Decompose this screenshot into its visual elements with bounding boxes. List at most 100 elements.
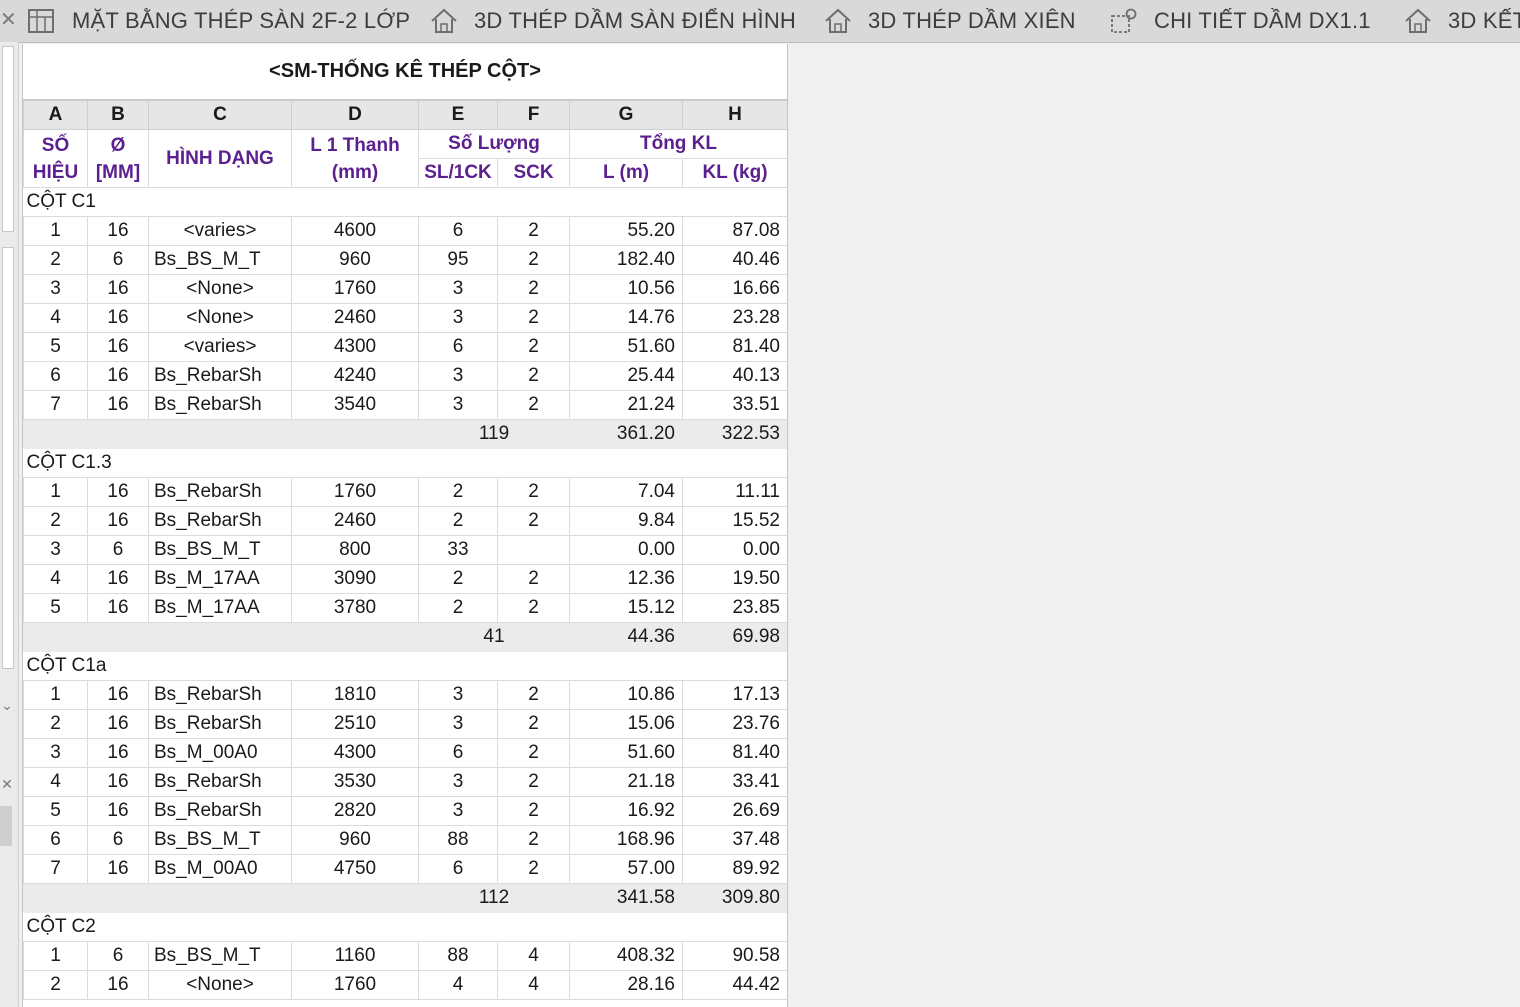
cell-sck[interactable]: 2	[497, 332, 570, 362]
cell-l-m[interactable]: 182.40	[569, 245, 683, 275]
cell-sck[interactable]: 2	[497, 506, 570, 536]
cell-sl1ck[interactable]: 3	[418, 796, 498, 826]
cell-l-1-thanh[interactable]: 2460	[291, 506, 419, 536]
cell-sck[interactable]: 2	[497, 738, 570, 768]
cell-l-m[interactable]: 57.00	[569, 854, 683, 884]
cell-hinh-dang[interactable]: <None>	[148, 303, 292, 333]
cell-sck[interactable]: 2	[497, 854, 570, 884]
cell-sl1ck[interactable]: 3	[418, 274, 498, 304]
cell-so-hieu[interactable]: 2	[23, 245, 88, 275]
cell-so-hieu[interactable]: 2	[23, 506, 88, 536]
cell-kl-kg[interactable]: 33.41	[682, 767, 787, 797]
cell-l-1-thanh[interactable]: 1760	[291, 274, 419, 304]
cell-so-hieu[interactable]: 5	[23, 332, 88, 362]
cell-sck[interactable]: 4	[497, 970, 570, 1000]
cell-kl-kg[interactable]: 15.52	[682, 506, 787, 536]
cell-l-m[interactable]: 51.60	[569, 332, 683, 362]
cell-so-hieu[interactable]: 6	[23, 825, 88, 855]
cell-kl-kg[interactable]: 23.85	[682, 593, 787, 623]
cell-so-hieu[interactable]: 6	[23, 361, 88, 391]
table-row[interactable]: 2 16 <None> 1760 4 4 28.16 44.42	[23, 970, 787, 1000]
close-icon[interactable]: ✕	[0, 6, 17, 34]
cell-hinh-dang[interactable]: Bs_RebarSh	[148, 709, 292, 739]
cell-sck[interactable]: 2	[497, 825, 570, 855]
table-row[interactable]: 2 16 Bs_RebarSh 2460 2 2 9.84 15.52	[23, 506, 787, 536]
cell-sck[interactable]: 2	[497, 216, 570, 246]
group-label[interactable]: CỘT C1a	[23, 651, 787, 681]
cell-hinh-dang[interactable]: <varies>	[148, 216, 292, 246]
cell-hinh-dang[interactable]: <None>	[148, 970, 292, 1000]
cell-sl1ck[interactable]: 6	[418, 854, 498, 884]
cell-sl1ck[interactable]: 6	[418, 738, 498, 768]
cell-sl1ck[interactable]: 2	[418, 593, 498, 623]
cell-kl-kg[interactable]: 0.00	[682, 535, 787, 565]
column-letter[interactable]: F	[497, 100, 570, 130]
column-letter[interactable]: B	[87, 100, 149, 130]
cell-l-1-thanh[interactable]: 960	[291, 825, 419, 855]
column-letter[interactable]: D	[291, 100, 419, 130]
cell-l-m[interactable]: 21.18	[569, 767, 683, 797]
cell-l-m[interactable]: 7.04	[569, 477, 683, 507]
cell-l-m[interactable]: 10.56	[569, 274, 683, 304]
table-row[interactable]: 4 16 <None> 2460 3 2 14.76 23.28	[23, 303, 787, 333]
cell-sl1ck[interactable]: 3	[418, 361, 498, 391]
cell-phi[interactable]: 16	[87, 332, 149, 362]
cell-hinh-dang[interactable]: <varies>	[148, 332, 292, 362]
cell-sl1ck[interactable]: 6	[418, 332, 498, 362]
cell-phi[interactable]: 16	[87, 796, 149, 826]
cell-sck[interactable]: 2	[497, 303, 570, 333]
cell-phi[interactable]: 16	[87, 564, 149, 594]
table-row[interactable]: 6 6 Bs_BS_M_T 960 88 2 168.96 37.48	[23, 825, 787, 855]
cell-kl-kg[interactable]: 23.76	[682, 709, 787, 739]
group-label[interactable]: CỘT C2	[23, 912, 787, 942]
cell-so-hieu[interactable]: 3	[23, 274, 88, 304]
cell-sck[interactable]: 2	[497, 767, 570, 797]
tab-3d-ket[interactable]: 3D KẾT	[1402, 0, 1520, 42]
cell-hinh-dang[interactable]: Bs_BS_M_T	[148, 941, 292, 971]
cell-phi[interactable]: 6	[87, 941, 149, 971]
cell-hinh-dang[interactable]: Bs_RebarSh	[148, 506, 292, 536]
cell-phi[interactable]: 16	[87, 854, 149, 884]
cell-l-m[interactable]: 25.44	[569, 361, 683, 391]
cell-kl-kg[interactable]: 19.50	[682, 564, 787, 594]
cell-so-hieu[interactable]: 5	[23, 796, 88, 826]
cell-kl-kg[interactable]: 44.42	[682, 970, 787, 1000]
cell-hinh-dang[interactable]: <None>	[148, 274, 292, 304]
cell-kl-kg[interactable]: 81.40	[682, 332, 787, 362]
cell-phi[interactable]: 6	[87, 825, 149, 855]
cell-phi[interactable]: 16	[87, 738, 149, 768]
scrollbar-thumb[interactable]	[0, 806, 12, 846]
cell-l-1-thanh[interactable]: 1810	[291, 680, 419, 710]
table-row[interactable]: 4 16 Bs_RebarSh 3530 3 2 21.18 33.41	[23, 767, 787, 797]
cell-l-1-thanh[interactable]: 3090	[291, 564, 419, 594]
cell-hinh-dang[interactable]: Bs_BS_M_T	[148, 245, 292, 275]
cell-so-hieu[interactable]: 7	[23, 390, 88, 420]
cell-sck[interactable]: 2	[497, 477, 570, 507]
cell-hinh-dang[interactable]: Bs_M_17AA	[148, 593, 292, 623]
column-letter[interactable]: H	[682, 100, 787, 130]
table-row[interactable]: 1 16 Bs_RebarSh 1760 2 2 7.04 11.11	[23, 477, 787, 507]
table-row[interactable]: 1 16 <varies> 4600 6 2 55.20 87.08	[23, 216, 787, 246]
cell-phi[interactable]: 16	[87, 390, 149, 420]
cell-phi[interactable]: 16	[87, 506, 149, 536]
cell-hinh-dang[interactable]: Bs_RebarSh	[148, 390, 292, 420]
column-letter[interactable]: G	[569, 100, 683, 130]
cell-sl1ck[interactable]: 3	[418, 680, 498, 710]
cell-kl-kg[interactable]: 89.92	[682, 854, 787, 884]
cell-kl-kg[interactable]: 17.13	[682, 680, 787, 710]
cell-hinh-dang[interactable]: Bs_RebarSh	[148, 361, 292, 391]
cell-l-1-thanh[interactable]: 3780	[291, 593, 419, 623]
cell-l-m[interactable]: 0.00	[569, 535, 683, 565]
table-row[interactable]: 2 6 Bs_BS_M_T 960 95 2 182.40 40.46	[23, 245, 787, 275]
cell-phi[interactable]: 16	[87, 680, 149, 710]
cell-l-m[interactable]: 10.86	[569, 680, 683, 710]
cell-phi[interactable]: 6	[87, 245, 149, 275]
column-letter[interactable]: A	[23, 100, 88, 130]
cell-so-hieu[interactable]: 4	[23, 564, 88, 594]
cell-hinh-dang[interactable]: Bs_BS_M_T	[148, 535, 292, 565]
cell-so-hieu[interactable]: 5	[23, 593, 88, 623]
cell-l-m[interactable]: 9.84	[569, 506, 683, 536]
cell-hinh-dang[interactable]: Bs_M_17AA	[148, 564, 292, 594]
table-row[interactable]: 5 16 <varies> 4300 6 2 51.60 81.40	[23, 332, 787, 362]
cell-hinh-dang[interactable]: Bs_BS_M_T	[148, 825, 292, 855]
